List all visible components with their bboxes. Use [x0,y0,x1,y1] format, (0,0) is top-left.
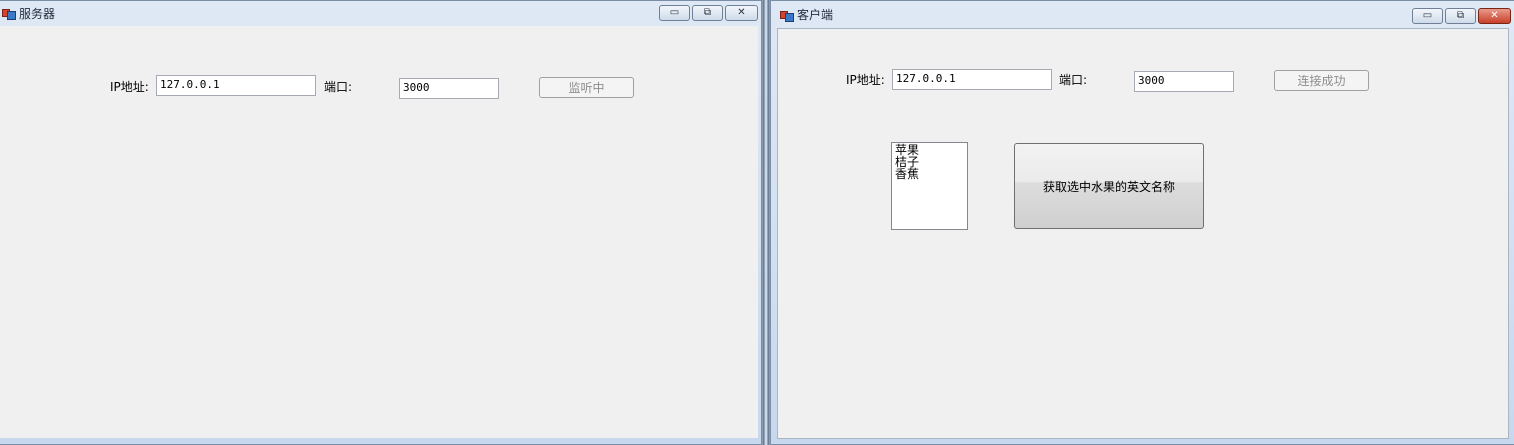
app-icon [2,7,16,20]
minimize-icon[interactable]: ▭ [659,5,690,21]
server-window: 服务器 ▭ ⧉ ✕ IP地址: 127.0.0.1 端口: 3000 监听中 [0,0,762,445]
client-caption-buttons: ▭ ⧉ ✕ [1412,8,1511,24]
server-port-input[interactable]: 3000 [399,78,499,99]
list-item[interactable]: 香蕉 [895,168,964,180]
client-port-input[interactable]: 3000 [1134,71,1234,92]
client-window: 客户端 ▭ ⧉ ✕ IP地址: 127.0.0.1 端口: 3000 连接成功 … [770,0,1514,445]
server-titlebar[interactable]: 服务器 ▭ ⧉ ✕ [0,1,761,25]
close-icon[interactable]: ✕ [725,5,758,21]
restore-icon[interactable]: ⧉ [1445,8,1476,24]
client-port-label: 端口: [1059,73,1088,87]
client-ip-input[interactable]: 127.0.0.1 [892,69,1052,90]
listen-button[interactable]: 监听中 [539,77,634,98]
client-titlebar[interactable]: 客户端 ▭ ⧉ ✕ [771,1,1514,28]
restore-icon[interactable]: ⧉ [692,5,723,21]
server-ip-label: IP地址: [110,80,149,94]
close-icon[interactable]: ✕ [1478,8,1511,24]
client-window-title: 客户端 [797,8,834,22]
fruit-listbox[interactable]: 苹果 桔子 香蕉 [891,142,968,230]
connect-button[interactable]: 连接成功 [1274,70,1369,91]
server-caption-buttons: ▭ ⧉ ✕ [659,5,758,21]
server-client-area: IP地址: 127.0.0.1 端口: 3000 监听中 [0,26,758,438]
window-divider [762,0,770,445]
server-port-label: 端口: [324,80,353,94]
app-icon [780,9,794,22]
minimize-icon[interactable]: ▭ [1412,8,1443,24]
client-client-area: IP地址: 127.0.0.1 端口: 3000 连接成功 苹果 桔子 香蕉 获… [777,28,1509,439]
client-ip-label: IP地址: [846,73,885,87]
server-window-title: 服务器 [19,6,56,21]
get-english-name-button[interactable]: 获取选中水果的英文名称 [1014,143,1204,229]
server-ip-input[interactable]: 127.0.0.1 [156,75,316,96]
